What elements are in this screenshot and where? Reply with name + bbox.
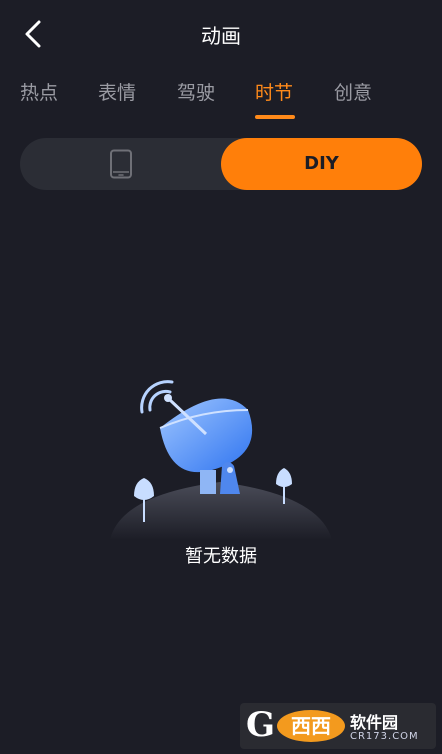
satellite-dish-icon xyxy=(110,380,332,540)
mode-toggle: DIY xyxy=(20,138,422,190)
svg-text:西西: 西西 xyxy=(291,714,331,738)
empty-state-illustration xyxy=(100,370,340,540)
empty-state-message: 暂无数据 xyxy=(185,546,257,567)
tab-emoji[interactable]: 表情 xyxy=(98,78,136,105)
tab-creative[interactable]: 创意 xyxy=(334,78,372,105)
tab-hot[interactable]: 热点 xyxy=(20,78,58,105)
page-title: 动画 xyxy=(201,24,241,48)
phone-icon xyxy=(110,149,132,179)
phone-mode-button[interactable] xyxy=(20,138,221,190)
watermark-g-glyph: G xyxy=(246,705,276,745)
active-tab-indicator xyxy=(255,115,295,119)
tab-season[interactable]: 时节 xyxy=(255,78,293,105)
site-watermark: G 西西 软件园 CR173.COM xyxy=(240,703,436,749)
category-tabs: 热点 表情 驾驶 时节 创意 xyxy=(0,78,442,122)
tab-driving[interactable]: 驾驶 xyxy=(177,78,215,105)
header-bar: 动画 xyxy=(0,0,442,68)
diy-mode-button[interactable]: DIY xyxy=(221,138,422,190)
watermark-brand-text: 软件园 xyxy=(350,713,399,732)
watermark-site-text: CR173.COM xyxy=(350,731,419,742)
watermark-logo-icon: 西西 xyxy=(277,710,345,742)
